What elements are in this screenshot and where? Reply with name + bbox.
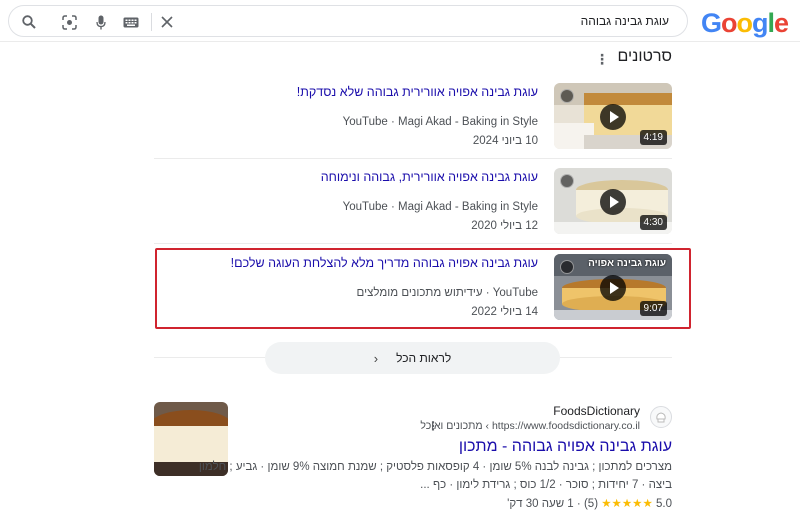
- video-thumbnail[interactable]: 4:30: [554, 168, 672, 234]
- header: Google עוגת גבינה גבוהה: [0, 0, 800, 42]
- keyboard-icon[interactable]: [121, 12, 141, 32]
- divider: [154, 158, 672, 159]
- video-duration: 4:19: [639, 130, 667, 145]
- play-icon[interactable]: [600, 275, 626, 301]
- logo-letter: o: [720, 8, 737, 38]
- video-result[interactable]: 4:19 עוגת גבינה אפויה אוורירית גבוהה שלא…: [154, 83, 672, 155]
- result-snippet: ביצה · 7 יחידות ; סוכר · 1/2 כוס ; גרידת…: [420, 479, 672, 491]
- search-box[interactable]: עוגת גבינה גבוהה: [8, 5, 688, 37]
- video-result[interactable]: עוגת גבינה אפויה 9:07 עוגת גבינה אפויה ג…: [154, 254, 672, 326]
- video-result[interactable]: 4:30 עוגת גבינה אפויה אוורירית, גבוהה ונ…: [154, 168, 672, 240]
- channel-avatar-icon: [560, 174, 574, 188]
- video-source: YouTube · Magi Akad - Baking in Style: [342, 201, 538, 213]
- lens-icon[interactable]: [59, 12, 79, 32]
- mic-icon[interactable]: [91, 12, 111, 32]
- divider: [154, 243, 672, 244]
- logo-letter: o: [736, 8, 752, 38]
- see-all-videos-button[interactable]: לראות הכל ‹: [265, 342, 560, 374]
- thumbnail-caption: עוגת גבינה אפויה: [588, 258, 666, 269]
- star-rating-icon: ★★★★★: [601, 498, 653, 510]
- channel-avatar-icon: [560, 89, 574, 103]
- result-snippet: מצרכים למתכון ; גבינה לבנה 5% שומן · 4 ק…: [198, 461, 672, 473]
- site-favicon-icon: [650, 406, 672, 428]
- rating-count: (5): [583, 498, 599, 510]
- google-logo[interactable]: Google: [700, 8, 789, 39]
- video-date: 14 ביולי 2022: [471, 306, 538, 318]
- logo-letter: e: [773, 8, 789, 38]
- more-options-icon[interactable]: ⋮: [595, 51, 609, 68]
- logo-letter: g: [751, 8, 768, 38]
- play-icon[interactable]: [600, 104, 626, 130]
- video-date: 10 ביוני 2024: [472, 135, 538, 147]
- channel-avatar-icon: [560, 260, 574, 274]
- play-icon[interactable]: [600, 189, 626, 215]
- result-title-link[interactable]: עוגת גבינה אפויה גבוהה - מתכון: [459, 438, 672, 456]
- chevron-left-icon: ‹: [373, 350, 379, 366]
- search-input[interactable]: עוגת גבינה גבוהה: [581, 14, 669, 28]
- more-options-icon[interactable]: ⋮: [427, 419, 439, 433]
- video-date: 12 ביולי 2020: [471, 220, 538, 232]
- video-thumbnail[interactable]: 4:19: [554, 83, 672, 149]
- video-duration: 4:30: [639, 215, 667, 230]
- video-title-link[interactable]: עוגת גבינה אפויה אוורירית, גבוהה ונימוחה: [321, 170, 538, 184]
- cook-time: 1 שעה 30 דק': [507, 498, 574, 510]
- rating-value: 5.0: [656, 498, 672, 510]
- site-url[interactable]: https://www.foodsdictionary.co.il › מתכו…: [420, 420, 640, 432]
- close-icon[interactable]: [157, 12, 177, 32]
- video-duration: 9:07: [639, 301, 667, 316]
- separator: [151, 13, 152, 31]
- videos-section-title: סרטונים: [617, 48, 672, 65]
- search-icon[interactable]: [19, 12, 39, 32]
- video-source: YouTube · עידיתוש מתכונים מומלצים: [356, 287, 538, 299]
- video-source: YouTube · Magi Akad - Baking in Style: [342, 116, 538, 128]
- video-title-link[interactable]: עוגת גבינה אפויה גבוהה מדריך מלא להצלחת …: [231, 256, 538, 270]
- result-rating: 5.0 ★★★★★ (5) · 1 שעה 30 דק': [507, 498, 672, 510]
- logo-letter: G: [700, 8, 722, 38]
- site-name[interactable]: FoodsDictionary: [553, 404, 640, 418]
- video-title-link[interactable]: עוגת גבינה אפויה אוורירית גבוהה שלא נסדק…: [297, 85, 538, 99]
- video-thumbnail[interactable]: עוגת גבינה אפויה 9:07: [554, 254, 672, 320]
- see-all-label: לראות הכל: [396, 351, 452, 365]
